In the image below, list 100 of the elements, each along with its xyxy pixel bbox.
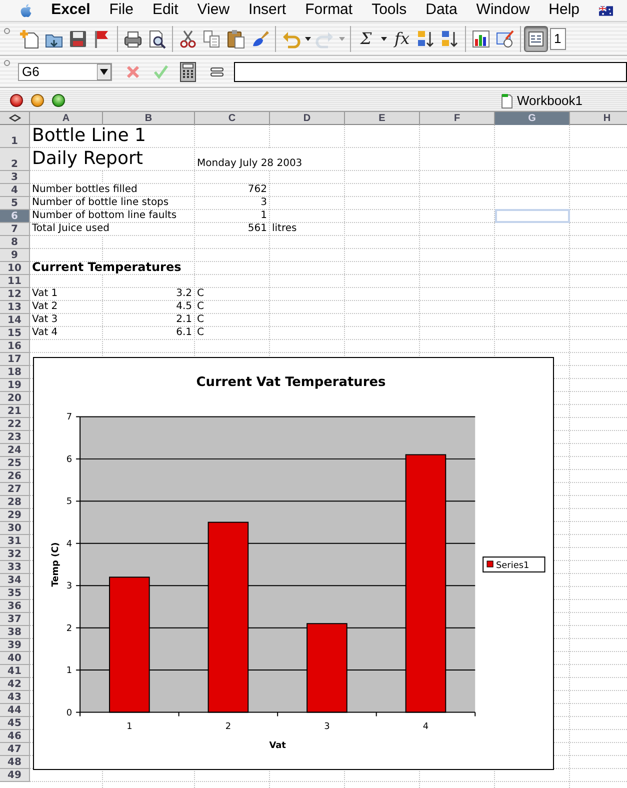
row-header[interactable]: 28	[0, 496, 30, 508]
column-header[interactable]: H	[570, 112, 627, 125]
row-header[interactable]: 47	[0, 743, 30, 755]
row-header[interactable]: 13	[0, 301, 30, 313]
sort-ascending-icon	[416, 28, 436, 48]
row-header[interactable]: 40	[0, 652, 30, 664]
minimize-button[interactable]	[31, 94, 44, 107]
y-tick-label: 0	[66, 708, 72, 718]
row-header[interactable]: 29	[0, 509, 30, 521]
row-header[interactable]: 38	[0, 626, 30, 638]
menu-item[interactable]: Insert	[248, 0, 286, 22]
row-header[interactable]: 46	[0, 730, 30, 742]
column-header[interactable]: C	[195, 112, 270, 125]
row-header[interactable]: 9	[0, 249, 30, 261]
menu-item[interactable]: View	[197, 0, 230, 22]
y-tick-label: 1	[66, 666, 72, 676]
row-header[interactable]: 49	[0, 769, 30, 781]
row-header[interactable]: 5	[0, 197, 30, 209]
row-header[interactable]: 30	[0, 522, 30, 534]
row-header[interactable]: 42	[0, 678, 30, 690]
row-header[interactable]: 10	[0, 262, 30, 274]
toolbar-button[interactable]: Σ	[354, 26, 378, 52]
window-title: Workbook1	[517, 92, 584, 110]
menu-item[interactable]: Excel	[51, 0, 90, 22]
row-header[interactable]: 20	[0, 392, 30, 404]
name-box[interactable]: G6	[18, 62, 112, 80]
row-header[interactable]: 17	[0, 353, 30, 365]
row-header[interactable]: 48	[0, 756, 30, 768]
legend-label: Series1	[496, 560, 530, 571]
row-header[interactable]: 31	[0, 535, 30, 547]
select-all-icon[interactable]	[8, 114, 20, 122]
toolbar-button[interactable]: fx	[390, 26, 414, 52]
row-header[interactable]: 34	[0, 574, 30, 586]
y-tick-label: 5	[66, 497, 72, 508]
row-header[interactable]: 8	[0, 236, 30, 248]
row-header[interactable]: 32	[0, 548, 30, 560]
row-header[interactable]: 41	[0, 665, 30, 677]
column-header[interactable]: D	[270, 112, 345, 125]
row-header[interactable]: 4	[0, 184, 30, 196]
row-header[interactable]: 22	[0, 418, 30, 430]
row-header[interactable]: 33	[0, 561, 30, 573]
row-header[interactable]: 26	[0, 470, 30, 482]
row-header[interactable]: 39	[0, 639, 30, 651]
caret-icon[interactable]	[305, 36, 311, 40]
row-header[interactable]: 21	[0, 405, 30, 417]
menu-item[interactable]: Format	[305, 0, 353, 22]
row-header[interactable]: 35	[0, 587, 30, 599]
flag-icon[interactable]	[598, 4, 613, 16]
row-header[interactable]: 25	[0, 457, 30, 469]
row-header[interactable]: 24	[0, 444, 30, 456]
scissors-icon	[178, 28, 198, 48]
x-tick-label: 4	[422, 722, 429, 732]
row-header[interactable]: 1	[0, 125, 30, 147]
row-header[interactable]: 14	[0, 314, 30, 326]
row-header[interactable]: 11	[0, 275, 30, 287]
menu-item[interactable]: Data	[426, 0, 458, 22]
caret-icon[interactable]	[381, 36, 387, 40]
dropdown-arrow-icon[interactable]	[97, 64, 111, 80]
row-header[interactable]: 2	[0, 148, 30, 170]
zoom-button[interactable]	[52, 94, 65, 107]
row-header[interactable]: 23	[0, 431, 30, 443]
x-tick-label: 1	[126, 722, 132, 732]
print-preview-icon	[147, 28, 167, 48]
x-tick-label: 3	[324, 722, 330, 732]
row-header[interactable]: 43	[0, 691, 30, 703]
row-header[interactable]: 15	[0, 327, 30, 339]
row-header[interactable]: 27	[0, 483, 30, 495]
apple-icon[interactable]	[20, 2, 32, 20]
equals-icon[interactable]	[210, 66, 224, 76]
row-header[interactable]: 37	[0, 613, 30, 625]
legend-swatch	[486, 560, 494, 568]
row-header[interactable]: 12	[0, 288, 30, 300]
chart-wizard-icon	[471, 28, 491, 48]
row-header[interactable]: 7	[0, 223, 30, 235]
toolbar-button[interactable]	[524, 26, 548, 52]
formula-field[interactable]	[234, 62, 627, 82]
y-tick-label: 4	[66, 539, 72, 550]
row-header[interactable]: 44	[0, 704, 30, 716]
menu-item[interactable]: Tools	[372, 0, 407, 22]
menu-item[interactable]: Window	[476, 0, 530, 22]
x-tick-label: 2	[225, 722, 232, 732]
axis-title: Vat	[269, 741, 286, 752]
column-header[interactable]: E	[345, 112, 420, 125]
paintbrush-icon	[250, 28, 270, 48]
close-button[interactable]	[10, 94, 23, 107]
row-header[interactable]: 36	[0, 600, 30, 612]
row-header[interactable]: 16	[0, 340, 30, 352]
row-header[interactable]: 19	[0, 379, 30, 391]
menu-item[interactable]: Help	[548, 0, 580, 22]
row-header[interactable]: 3	[0, 171, 30, 183]
clipboard-icon	[226, 28, 246, 48]
calculator-icon[interactable]	[180, 62, 196, 82]
row-header[interactable]: 45	[0, 717, 30, 729]
table-cell[interactable]	[495, 209, 570, 223]
printer-icon	[123, 28, 143, 48]
menu-item[interactable]: Edit	[152, 0, 178, 22]
menu-item[interactable]: File	[109, 0, 134, 22]
row-header[interactable]: 18	[0, 366, 30, 378]
check-icon[interactable]	[154, 64, 168, 78]
font-size-field[interactable]: 1	[550, 28, 566, 50]
